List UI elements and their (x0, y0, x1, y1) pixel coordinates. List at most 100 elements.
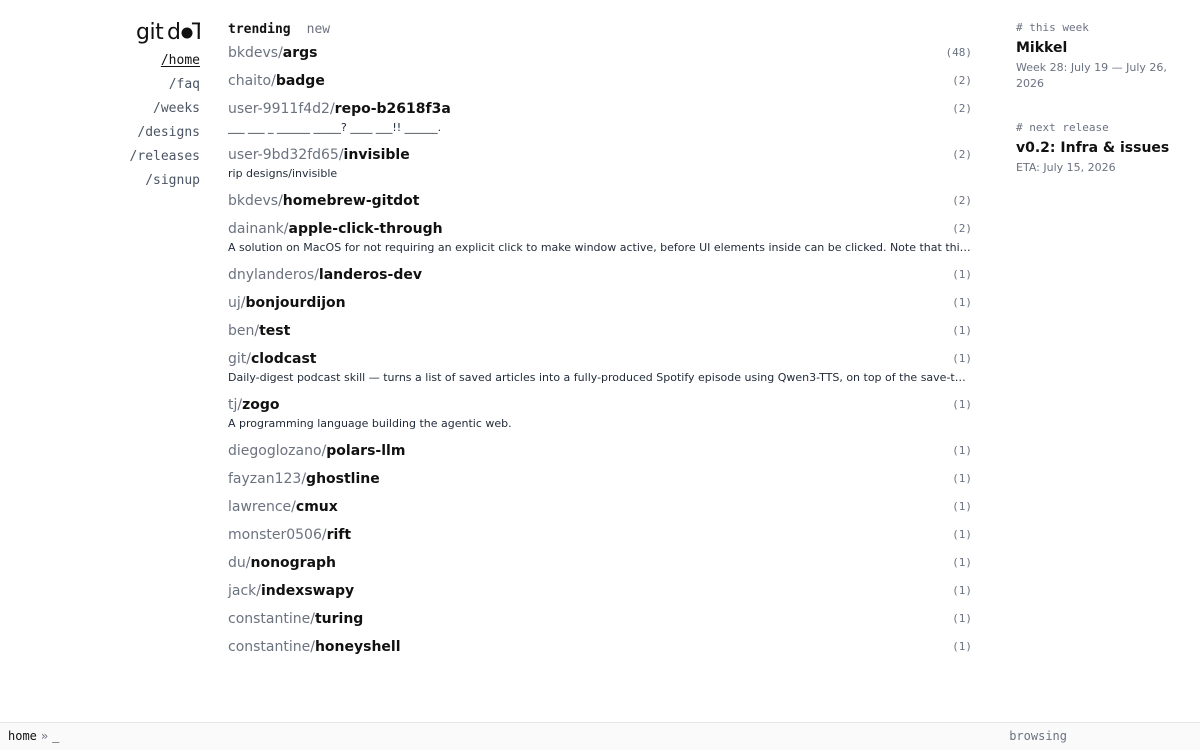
repo-heading: uj/bonjourdijon (1) (228, 294, 972, 312)
repo-name[interactable]: indexswapy (261, 583, 354, 599)
repo-name[interactable]: test (259, 323, 290, 339)
repo-description: rip designs/invisible (228, 167, 338, 180)
repo-name[interactable]: args (283, 45, 318, 61)
repo-name[interactable]: polars-llm (326, 443, 405, 459)
repo-row[interactable]: git/clodcast (1) Daily-digest podcast skil… (228, 350, 972, 396)
tab-new[interactable]: new (307, 22, 330, 37)
gitdot-logo[interactable]: gitdot git d T (136, 16, 200, 46)
repo-row[interactable]: ben/test (1) (228, 322, 972, 350)
repo-owner[interactable]: chaito/ (228, 73, 276, 89)
repo-name[interactable]: apple-click-through (289, 221, 443, 237)
repo-name[interactable]: invisible (344, 147, 410, 163)
repo-owner[interactable]: diegoglozano/ (228, 443, 326, 459)
repo-count: (48) (945, 46, 973, 59)
repo-row[interactable]: monster0506/rift (1) (228, 526, 972, 554)
repo-owner[interactable]: git/ (228, 351, 251, 367)
repo-owner[interactable]: dnylanderos/ (228, 267, 319, 283)
repo-row[interactable]: dainank/apple-click-through (2) A solution… (228, 220, 972, 266)
repo-count: (1) (952, 296, 972, 309)
repo-name[interactable]: repo-b2618f3a (335, 101, 451, 117)
repo-name[interactable]: honeyshell (315, 639, 401, 655)
repo-name[interactable]: cmux (296, 499, 338, 515)
repo-row[interactable]: bkdevs/args (48) (228, 44, 972, 72)
repo-description: A solution on MacOS for not requiring an… (228, 241, 972, 254)
repo-row[interactable]: jack/indexswapy (1) (228, 582, 972, 610)
prompt-cursor: _ (52, 729, 60, 743)
nav-link-signup[interactable]: /signup (120, 169, 200, 193)
repo-heading: fayzan123/ghostline (1) (228, 470, 972, 488)
repo-row[interactable]: user-9911f4d2/repo-b2618f3a (2) ___ ___ _ … (228, 100, 972, 146)
repo-row[interactable]: bkdevs/homebrew-gitdot (2) (228, 192, 972, 220)
repo-heading: tj/zogo (1) (228, 396, 972, 414)
prompt-path: home (8, 729, 37, 743)
repo-heading: user-9911f4d2/repo-b2618f3a (2) (228, 100, 972, 118)
command-prompt[interactable]: home» _ (8, 729, 59, 743)
page: gitdot git d T /home/faq/weeks/designs/r… (0, 0, 1200, 750)
nav-link-faq[interactable]: /faq (120, 73, 200, 97)
repo-row[interactable]: uj/bonjourdijon (1) (228, 294, 972, 322)
repo-name[interactable]: turing (315, 611, 363, 627)
tab-trending[interactable]: trending (228, 22, 291, 37)
repo-name[interactable]: nonograph (250, 555, 336, 571)
repo-owner[interactable]: uj/ (228, 295, 245, 311)
repo-name[interactable]: bonjourdijon (245, 295, 345, 311)
repo-name[interactable]: ghostline (306, 471, 380, 487)
svg-text:d: d (167, 20, 181, 45)
repo-row[interactable]: fayzan123/ghostline (1) (228, 470, 972, 498)
repo-owner[interactable]: monster0506/ (228, 527, 327, 543)
repo-count: (1) (952, 324, 972, 337)
nav-link-releases[interactable]: /releases (120, 145, 200, 169)
this-week-title[interactable]: Mikkel (1016, 38, 1186, 58)
repo-owner[interactable]: constantine/ (228, 611, 315, 627)
nav-link-home[interactable]: /home (120, 49, 200, 73)
repo-heading: ben/test (1) (228, 322, 972, 340)
repo-owner[interactable]: jack/ (228, 583, 261, 599)
repo-name[interactable]: rift (327, 527, 352, 543)
repo-owner[interactable]: dainank/ (228, 221, 289, 237)
repo-row[interactable]: du/nonograph (1) (228, 554, 972, 582)
repo-owner[interactable]: ben/ (228, 323, 259, 339)
repo-count: (1) (952, 352, 972, 365)
nav-link-designs[interactable]: /designs (120, 121, 200, 145)
repo-name[interactable]: homebrew-gitdot (283, 193, 420, 209)
repo-row[interactable]: chaito/badge (2) (228, 72, 972, 100)
svg-text:git: git (136, 20, 164, 45)
repo-row[interactable]: diegoglozano/polars-llm (1) (228, 442, 972, 470)
repo-count: (1) (952, 612, 972, 625)
repo-name[interactable]: clodcast (251, 351, 317, 367)
repo-list: bkdevs/args (48) chaito/badge (2) user-9911f… (228, 44, 972, 666)
repo-owner[interactable]: bkdevs/ (228, 45, 283, 61)
repo-name[interactable]: landeros-dev (319, 267, 422, 283)
repo-owner[interactable]: user-9bd32fd65/ (228, 147, 344, 163)
prompt-separator: » (40, 729, 49, 743)
repo-owner[interactable]: lawrence/ (228, 499, 296, 515)
repo-owner[interactable]: constantine/ (228, 639, 315, 655)
next-release-title[interactable]: v0.2: Infra & issues (1016, 138, 1186, 158)
repo-row[interactable]: lawrence/cmux (1) (228, 498, 972, 526)
repo-owner[interactable]: user-9911f4d2/ (228, 101, 335, 117)
repo-owner[interactable]: fayzan123/ (228, 471, 306, 487)
repo-row[interactable]: constantine/turing (1) (228, 610, 972, 638)
repo-row[interactable]: dnylanderos/landeros-dev (1) (228, 266, 972, 294)
repo-row[interactable]: user-9bd32fd65/invisible (2) rip designs/i… (228, 146, 972, 192)
repo-owner[interactable]: tj/ (228, 397, 242, 413)
nav-link-weeks[interactable]: /weeks (120, 97, 200, 121)
repo-description: A programming language building the agen… (228, 417, 512, 430)
repo-row[interactable]: constantine/honeyshell (1) (228, 638, 972, 666)
repo-row[interactable]: tj/zogo (1) A programming language buildin… (228, 396, 972, 442)
svg-text:T: T (191, 20, 200, 45)
repo-count: (2) (952, 148, 972, 161)
repo-count: (1) (952, 640, 972, 653)
repo-count: (2) (952, 74, 972, 87)
repo-owner[interactable]: bkdevs/ (228, 193, 283, 209)
next-release-eta: ETA: July 15, 2026 (1016, 161, 1116, 174)
repo-heading: jack/indexswapy (1) (228, 582, 972, 600)
repo-heading: constantine/honeyshell (1) (228, 638, 972, 656)
main-content: trending new bkdevs/args (48) chaito/badge (… (228, 18, 972, 666)
this-week-label: # this week (1016, 21, 1089, 34)
repo-name[interactable]: zogo (242, 397, 279, 413)
repo-name[interactable]: badge (276, 73, 325, 89)
repo-description: ___ ___ _ ______ _____? ____ ___!! _____… (228, 121, 442, 134)
this-week-dates: Week 28: July 19 — July 26, 2026 (1016, 61, 1167, 90)
repo-owner[interactable]: du/ (228, 555, 250, 571)
